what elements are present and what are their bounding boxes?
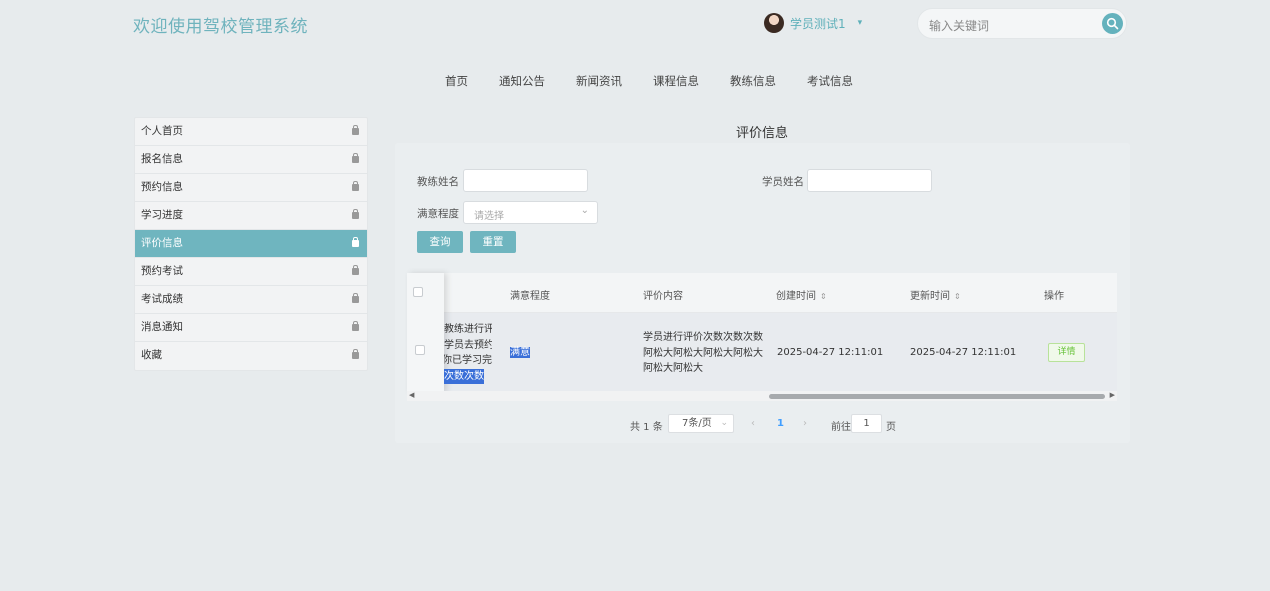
clipped-line: 你已学习完 xyxy=(444,355,492,366)
sidebar-item-evaluation[interactable]: 评价信息 xyxy=(135,230,367,258)
nav-item-coaches[interactable]: 教练信息 xyxy=(730,73,776,89)
satisfaction-cell: 满意 xyxy=(510,345,530,361)
col-content: 评价内容 xyxy=(643,291,683,302)
sidebar-item-exam-booking[interactable]: 预约考试 xyxy=(135,258,367,286)
prev-page-icon[interactable]: ‹ xyxy=(751,418,755,429)
lock-icon xyxy=(352,237,359,247)
student-name-label: 学员姓名 xyxy=(762,176,804,188)
lock-icon xyxy=(352,265,359,275)
satisfaction-value: 满意 xyxy=(510,347,530,358)
query-button[interactable]: 查询 xyxy=(417,231,463,253)
sidebar-item-appointment[interactable]: 预约信息 xyxy=(135,174,367,202)
user-menu[interactable]: 学员测试1 ▾ xyxy=(764,13,862,33)
chevron-down-icon: ⌄ xyxy=(720,418,728,428)
avatar xyxy=(764,13,784,33)
sidebar-item-label: 学习进度 xyxy=(141,209,183,221)
sidebar-item-label: 预约信息 xyxy=(141,181,183,193)
lock-icon xyxy=(352,153,359,163)
col-created-label: 创建时间 xyxy=(776,291,816,302)
sidebar-item-progress[interactable]: 学习进度 xyxy=(135,202,367,230)
sidebar-item-label: 消息通知 xyxy=(141,321,183,333)
sidebar-item-scores[interactable]: 考试成绩 xyxy=(135,286,367,314)
page-title: 评价信息 xyxy=(736,126,789,141)
sidebar-item-label: 评价信息 xyxy=(141,237,183,249)
sidebar-item-label: 预约考试 xyxy=(141,265,183,277)
clipped-line: 次数次数 xyxy=(444,368,484,384)
sidebar-item-messages[interactable]: 消息通知 xyxy=(135,314,367,342)
coach-name-input[interactable] xyxy=(463,169,588,192)
updated-cell: 2025-04-27 12:11:01 xyxy=(910,347,1017,358)
sort-icon: ⇕ xyxy=(820,292,827,301)
main-nav: 首页 通知公告 新闻资讯 课程信息 教练信息 考试信息 xyxy=(445,73,853,89)
sidebar-item-label: 报名信息 xyxy=(141,153,183,165)
next-page-icon[interactable]: › xyxy=(803,418,807,429)
search-box[interactable]: 输入关键词 xyxy=(917,8,1127,39)
page-suffix: 页 xyxy=(886,422,896,433)
col-action: 操作 xyxy=(1044,291,1064,302)
lock-icon xyxy=(352,349,359,359)
nav-item-exams[interactable]: 考试信息 xyxy=(807,73,853,89)
sidebar-item-label: 收藏 xyxy=(141,349,162,361)
search-icon xyxy=(1106,17,1119,30)
coach-name-label: 教练姓名 xyxy=(417,176,459,188)
scroll-left-icon[interactable]: ◀ xyxy=(409,391,414,399)
pagination-total: 共 1 条 xyxy=(630,422,663,433)
lock-icon xyxy=(352,293,359,303)
select-all-checkbox[interactable] xyxy=(413,287,423,297)
sidebar-item-favorites[interactable]: 收藏 xyxy=(135,342,367,370)
goto-page-input[interactable]: 1 xyxy=(851,414,882,433)
table-header: 满意程度 评价内容 创建时间 ⇕ 更新时间 ⇕ 操作 xyxy=(407,273,1117,313)
chevron-down-icon: ⌄ xyxy=(580,205,589,216)
col-updated-label: 更新时间 xyxy=(910,291,950,302)
row-checkbox[interactable] xyxy=(415,345,425,355)
col-updated[interactable]: 更新时间 ⇕ xyxy=(910,287,961,302)
horizontal-scrollbar[interactable]: ◀ ▶ xyxy=(407,391,1117,401)
sidebar: 个人首页 报名信息 预约信息 学习进度 评价信息 预约考试 考试成绩 消息通知 … xyxy=(134,117,368,371)
content-line: 阿松大阿松大 xyxy=(643,363,703,374)
col-created[interactable]: 创建时间 ⇕ xyxy=(776,287,827,302)
site-title: 欢迎使用驾校管理系统 xyxy=(133,17,308,37)
nav-item-courses[interactable]: 课程信息 xyxy=(653,73,699,89)
sidebar-item-registration[interactable]: 报名信息 xyxy=(135,146,367,174)
scrollbar-thumb[interactable] xyxy=(769,394,1105,399)
page-size-value: 7条/页 xyxy=(682,418,712,429)
goto-label: 前往 xyxy=(831,422,851,433)
satisfaction-label: 满意程度 xyxy=(417,208,459,220)
student-name-input[interactable] xyxy=(807,169,932,192)
sidebar-item-home[interactable]: 个人首页 xyxy=(135,118,367,146)
lock-icon xyxy=(352,209,359,219)
content-line: 学员进行评价次数次数次数 xyxy=(643,332,763,343)
content-cell: 学员进行评价次数次数次数 阿松大阿松大阿松大阿松大 阿松大阿松大 xyxy=(643,330,763,377)
chevron-down-icon: ▾ xyxy=(857,18,863,28)
detail-button[interactable]: 详情 xyxy=(1048,343,1085,362)
clipped-line: 学员去预约 xyxy=(444,339,492,351)
sort-icon: ⇕ xyxy=(954,292,961,301)
user-name: 学员测试1 xyxy=(790,16,846,31)
nav-item-news[interactable]: 新闻资讯 xyxy=(576,73,622,89)
lock-icon xyxy=(352,181,359,191)
sidebar-item-label: 个人首页 xyxy=(141,125,183,137)
col-satisfaction: 满意程度 xyxy=(510,291,550,302)
page-size-select[interactable]: 7条/页 ⌄ xyxy=(668,414,734,433)
clipped-text-cell: 教练进行评 学员去预约 你已学习完 次数次数 xyxy=(444,322,492,384)
content-line: 阿松大阿松大阿松大阿松大 xyxy=(643,347,763,359)
fixed-checkbox-column xyxy=(407,273,444,393)
satisfaction-placeholder: 请选择 xyxy=(474,211,504,222)
lock-icon xyxy=(352,125,359,135)
clipped-line: 教练进行评 xyxy=(444,324,492,335)
search-button[interactable] xyxy=(1102,13,1123,34)
created-cell: 2025-04-27 12:11:01 xyxy=(777,347,884,358)
lock-icon xyxy=(352,321,359,331)
sidebar-item-label: 考试成绩 xyxy=(141,293,183,305)
scroll-right-icon[interactable]: ▶ xyxy=(1110,391,1115,399)
nav-item-home[interactable]: 首页 xyxy=(445,73,468,89)
search-input[interactable]: 输入关键词 xyxy=(929,17,989,34)
current-page[interactable]: 1 xyxy=(777,418,784,429)
satisfaction-select[interactable]: 请选择 ⌄ xyxy=(463,201,598,224)
reset-button[interactable]: 重置 xyxy=(470,231,516,253)
nav-item-notice[interactable]: 通知公告 xyxy=(499,73,545,89)
